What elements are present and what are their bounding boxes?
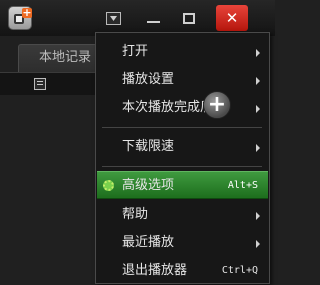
app-logo[interactable]: + [8, 6, 32, 30]
shortcut-label: Alt+S [227, 180, 258, 191]
submenu-arrow-icon [256, 144, 260, 152]
maximize-icon [183, 12, 195, 24]
menu-item-recent-playback[interactable]: 最近播放 [97, 229, 268, 257]
menu-item-help[interactable]: 帮助 [97, 201, 268, 229]
submenu-arrow-icon [256, 49, 260, 57]
menu-item-advanced-options[interactable]: 高级选项 Alt+S [97, 171, 268, 199]
context-menu: 打开 播放设置 本次播放完成后 下载限速 高级选项 Alt+S 帮助 最近播放 … [95, 32, 270, 284]
menu-item-label: 本次播放完成后 [122, 100, 214, 115]
shortcut-label: Ctrl+Q [221, 265, 258, 276]
close-icon: ✕ [225, 9, 239, 27]
list-header [0, 72, 110, 95]
menu-item-download-limit[interactable]: 下载限速 [97, 133, 268, 161]
minimize-button[interactable] [140, 6, 166, 30]
menu-item-exit-player[interactable]: 退出播放器 Ctrl+Q [97, 257, 268, 285]
submenu-arrow-icon [256, 77, 260, 85]
maximize-button[interactable] [176, 6, 202, 30]
menu-separator [102, 166, 262, 167]
close-button[interactable]: ✕ [216, 5, 248, 31]
submenu-arrow-icon [256, 212, 260, 220]
title-bar: + ✕ [0, 0, 275, 36]
plus-icon: + [22, 6, 32, 19]
submenu-arrow-icon [256, 105, 260, 113]
menu-item-after-playback[interactable]: 本次播放完成后 [97, 94, 268, 122]
menu-item-label: 下载限速 [122, 139, 175, 154]
menu-item-label: 退出播放器 [122, 263, 188, 278]
menu-item-label: 播放设置 [122, 72, 175, 87]
gear-icon [103, 180, 114, 191]
submenu-arrow-icon [256, 240, 260, 248]
minimize-icon [146, 21, 160, 23]
menu-item-open[interactable]: 打开 [97, 38, 268, 66]
menu-item-label: 高级选项 [122, 178, 175, 193]
list-edit-icon[interactable] [34, 78, 46, 90]
menu-item-label: 帮助 [122, 207, 149, 222]
menu-dropdown-icon [105, 11, 121, 25]
plus-circle-icon: + [203, 91, 231, 119]
main-menu-button[interactable] [100, 6, 126, 30]
menu-item-label: 打开 [122, 44, 149, 59]
menu-item-label: 最近播放 [122, 235, 175, 250]
menu-item-playback-settings[interactable]: 播放设置 [97, 66, 268, 94]
menu-separator [102, 127, 262, 128]
